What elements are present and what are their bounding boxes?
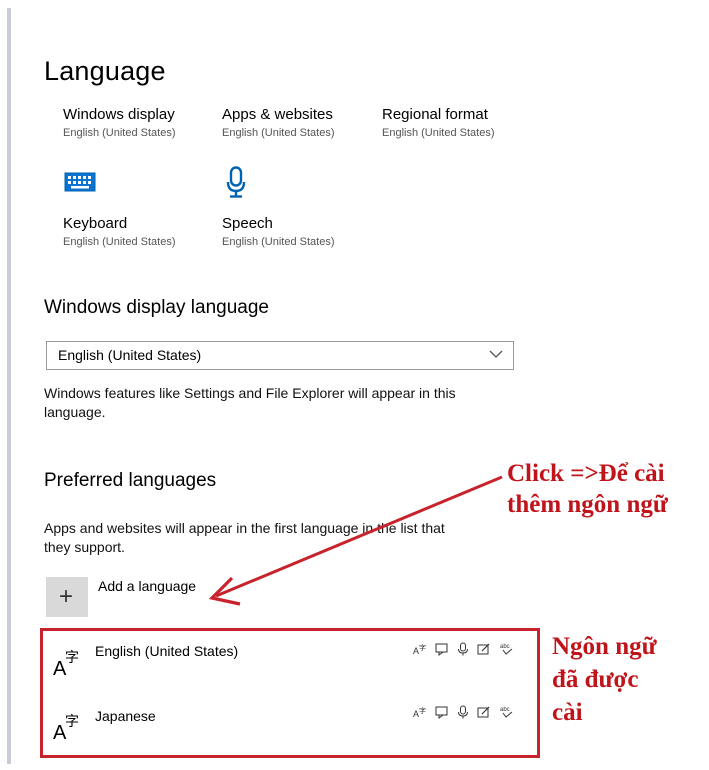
annotation-line: Ngôn ngữ: [552, 633, 657, 660]
click-annotation: Click =>Để cài thêm ngôn ngữ: [507, 458, 668, 520]
installed-annotation: Ngôn ngữ đã được cài: [552, 630, 657, 729]
annotation-line: đã được: [552, 666, 639, 693]
annotation-line: thêm ngôn ngữ: [507, 491, 668, 518]
annotation-line: Click =>Để cài: [507, 460, 665, 487]
annotation-line: cài: [552, 699, 583, 726]
